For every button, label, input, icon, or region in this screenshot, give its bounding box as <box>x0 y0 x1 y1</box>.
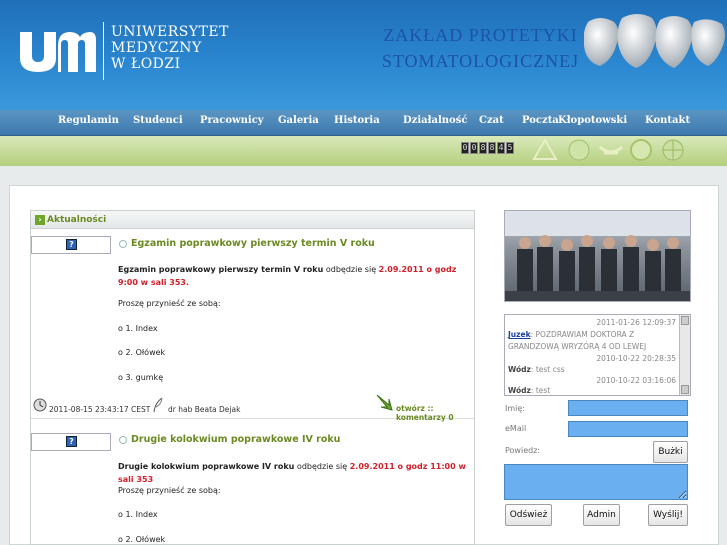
question-mark-icon: ? <box>66 436 77 447</box>
triangle-emblem-icon[interactable] <box>532 137 558 163</box>
globe-emblem-icon[interactable] <box>566 137 592 163</box>
counter-digit: 0 <box>461 142 469 154</box>
chat-scrollbar[interactable] <box>679 315 690 395</box>
nav-historia[interactable]: Historia <box>334 115 380 126</box>
question-mark-icon: ? <box>66 239 77 250</box>
quill-icon <box>153 397 163 413</box>
news-lead-mid: odbędzie się <box>323 265 379 274</box>
counter-digit: 0 <box>470 142 478 154</box>
bullet-icon <box>119 239 127 248</box>
teeth-image <box>584 14 725 68</box>
nav-galeria[interactable]: Galeria <box>278 115 319 126</box>
department-title: ZAKŁAD PROTETYKI STOMATOLOGICZNEJ <box>381 25 580 71</box>
news-title[interactable]: Egzamin poprawkowy pierwszy termin V rok… <box>119 238 375 249</box>
refresh-button[interactable]: Odśwież <box>505 504 552 526</box>
news-header: › Aktualności <box>31 211 474 229</box>
chat-text: : test <box>530 386 551 395</box>
university-logo-icon[interactable] <box>18 28 96 72</box>
bullet-icon <box>119 435 127 444</box>
admin-button[interactable]: Admin <box>583 504 620 526</box>
news-list-item: o 3. gumkę <box>118 373 164 382</box>
university-name: UNIWERSYTET MEDYCZNY W ŁODZI <box>111 24 229 72</box>
winged-emblem-icon[interactable] <box>598 137 624 163</box>
news-header-label: Aktualności <box>47 214 107 225</box>
news-list-item: o 2. Ołówek <box>118 348 166 357</box>
news-list-item: o 2. Ołówek <box>118 535 166 544</box>
chat-message: Wódz: test css <box>508 365 565 374</box>
logo-divider <box>103 22 104 80</box>
clock-icon <box>33 398 47 412</box>
news-lead: Egzamin poprawkowy pierwszy termin V rok… <box>118 263 470 289</box>
scroll-down-icon[interactable] <box>681 385 689 394</box>
nav-klopotowski[interactable]: Kłopotowski <box>558 115 627 126</box>
globe-emblem-icon[interactable] <box>660 137 686 163</box>
chat-time: 2010-10-22 03:16:06 <box>596 376 676 385</box>
round-seal-icon[interactable] <box>628 137 654 163</box>
counter-digit: 8 <box>488 142 496 154</box>
visit-counter: 0 0 8 8 4 5 <box>461 142 514 154</box>
news-title-text[interactable]: Drugie kolokwium poprawkowe IV roku <box>131 434 340 445</box>
name-input[interactable] <box>568 400 688 416</box>
nav-czat[interactable]: Czat <box>479 115 504 126</box>
nav-regulamin[interactable]: Regulamin <box>58 115 119 126</box>
scroll-up-icon[interactable] <box>681 316 689 325</box>
news-list-item: o 1. Index <box>118 324 158 333</box>
news-image-placeholder: ? <box>31 236 111 254</box>
counter-digit: 4 <box>497 142 505 154</box>
news-item: ? Drugie kolokwium poprawkowe IV roku Dr… <box>31 419 474 545</box>
news-column: › Aktualności ? Egzamin poprawkowy pierw… <box>30 210 475 545</box>
chat-text: : test css <box>530 365 565 374</box>
site-header: UNIWERSYTET MEDYCZNY W ŁODZI ZAKŁAD PROT… <box>0 0 727 110</box>
send-button[interactable]: Wyślij! <box>648 504 688 526</box>
news-date: 2011-08-15 23:43:17 CEST <box>49 405 151 414</box>
chat-box[interactable]: 2011-01-26 12:09:37 Juzek: POZDRAWIAM DO… <box>504 314 691 396</box>
news-footer: 2011-08-15 23:43:17 CEST dr hab Beata De… <box>31 394 474 422</box>
chat-message: Juzek: POZDRAWIAM DOKTORA Z GRANDZOWĄ WR… <box>508 329 676 353</box>
chat-user[interactable]: Juzek <box>508 330 531 339</box>
chat-message: Wódz: test <box>508 386 550 395</box>
nav-dzialalnosc[interactable]: Działalność <box>403 115 467 126</box>
chat-user: Wódz <box>508 365 531 374</box>
download-arrow-icon[interactable] <box>375 393 393 411</box>
group-photo-image <box>505 211 690 301</box>
chat-time: 2010-10-22 20:28:35 <box>596 354 676 363</box>
arrow-right-icon: › <box>35 214 45 225</box>
counter-digit: 8 <box>479 142 487 154</box>
name-label: Imię: <box>505 404 525 413</box>
counter-digit: 5 <box>506 142 514 154</box>
news-author: dr hab Beata Dejak <box>168 405 241 414</box>
news-lead-bold: Egzamin poprawkowy pierwszy termin V rok… <box>118 265 324 274</box>
chat-user: Wódz <box>508 386 531 395</box>
news-title[interactable]: Drugie kolokwium poprawkowe IV roku <box>119 434 340 445</box>
news-image-placeholder: ? <box>31 433 111 451</box>
email-label: eMail <box>505 424 527 433</box>
news-intro: Proszę przynieść ze sobą: <box>118 299 221 308</box>
main-navigation: Regulamin Studenci Pracownicy Galeria Hi… <box>0 110 727 136</box>
news-title-text[interactable]: Egzamin poprawkowy pierwszy termin V rok… <box>131 238 375 249</box>
logo-line-3: W ŁODZI <box>111 56 181 72</box>
news-lead-mid: odbędzie się <box>294 462 350 471</box>
news-item: ? Egzamin poprawkowy pierwszy termin V r… <box>31 229 474 422</box>
chat-time: 2011-01-26 12:09:37 <box>596 318 676 327</box>
news-intro: Proszę przynieść ze sobą: <box>118 486 221 495</box>
emoji-button[interactable]: Bużki <box>653 441 688 463</box>
logo-line-1: UNIWERSYTET <box>111 24 229 40</box>
message-textarea[interactable] <box>504 464 688 500</box>
nav-studenci[interactable]: Studenci <box>133 115 183 126</box>
staff-group-photo[interactable] <box>504 210 691 302</box>
message-label: Powiedz: <box>505 446 541 455</box>
news-lead: Drugie kolokwium poprawkowe IV roku odbę… <box>118 460 470 486</box>
nav-poczta[interactable]: Poczta <box>522 115 559 126</box>
logo-line-2: MEDYCZNY <box>111 40 202 56</box>
news-list-item: o 1. Index <box>118 510 158 519</box>
nav-pracownicy[interactable]: Pracownicy <box>200 115 264 126</box>
nav-kontakt[interactable]: Kontakt <box>645 115 690 126</box>
email-input[interactable] <box>568 421 688 437</box>
news-lead-bold: Drugie kolokwium poprawkowe IV roku <box>118 462 295 471</box>
